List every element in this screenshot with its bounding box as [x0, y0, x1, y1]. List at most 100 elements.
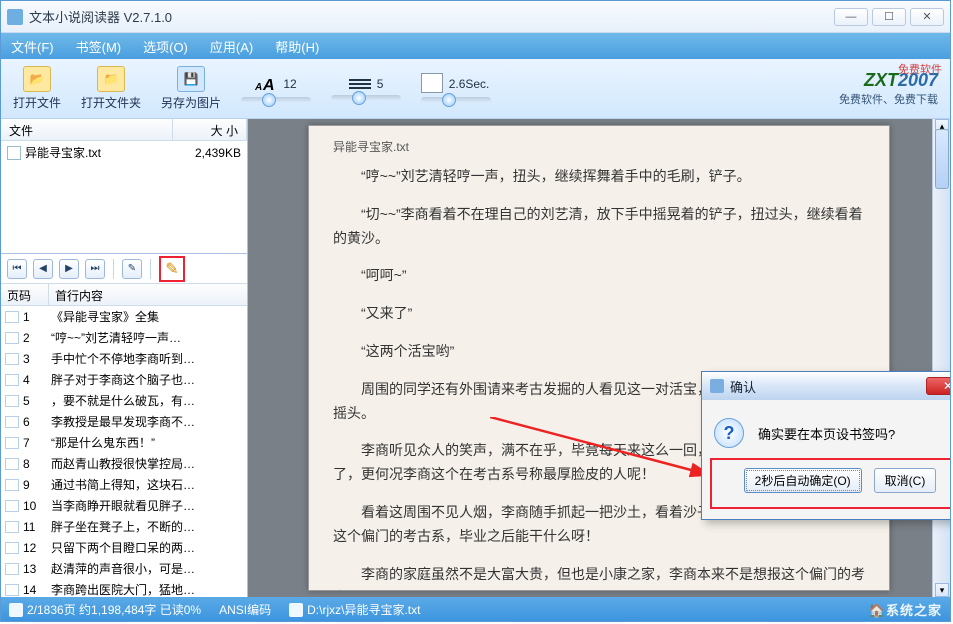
col-filesize[interactable]: 大 小	[173, 119, 247, 140]
menu-help[interactable]: 帮助(H)	[275, 37, 319, 56]
page-row[interactable]: 12只留下两个目瞪口呆的两…	[1, 537, 247, 558]
menu-app[interactable]: 应用(A)	[210, 37, 253, 56]
status-page-icon	[9, 603, 23, 617]
reader-page: 异能寻宝家.txt “哼~~”刘艺清轻哼一声，扭头，继续挥舞着手中的毛刷，铲子。…	[308, 125, 890, 591]
col-filename[interactable]: 文件	[1, 119, 173, 140]
page-firstline: 只留下两个目瞪口呆的两…	[51, 539, 243, 556]
menu-option[interactable]: 选项(O)	[143, 37, 188, 56]
page-row[interactable]: 3手中忙个不停地李商听到…	[1, 348, 247, 369]
edit-button[interactable]: ✎	[122, 259, 142, 279]
open-folder-label: 打开文件夹	[81, 94, 141, 111]
page-firstline: 赵清萍的声音很小，可是…	[51, 560, 243, 577]
pages-list[interactable]: 1《异能寻宝家》全集2“哼~~”刘艺清轻哼一声…3手中忙个不停地李商听到…4胖子…	[1, 306, 247, 597]
site-watermark: 🏠系统之家	[869, 600, 942, 619]
dialog-ok-button[interactable]: 2秒后自动确定(O)	[744, 468, 862, 493]
dialog-titlebar[interactable]: 确认 ✕	[702, 372, 950, 400]
scroll-down-arrow[interactable]: ▾	[935, 583, 949, 597]
svg-text:A: A	[262, 77, 275, 93]
page-icon	[5, 479, 19, 491]
page-row[interactable]: 13赵清萍的声音很小，可是…	[1, 558, 247, 579]
last-page-button[interactable]: ⏭	[85, 259, 105, 279]
scroll-thumb[interactable]	[935, 129, 949, 189]
maximize-button[interactable]: ☐	[872, 8, 906, 26]
open-folder-button[interactable]: 📁 打开文件夹	[81, 66, 141, 111]
page-row[interactable]: 4胖子对于李商这个脑子也…	[1, 369, 247, 390]
minimize-button[interactable]: —	[834, 8, 868, 26]
dialog-close-button[interactable]: ✕	[926, 377, 950, 395]
status-encoding: ANSI编码	[219, 601, 271, 618]
vertical-scrollbar[interactable]: ▴ ▾	[932, 119, 950, 597]
dialog-cancel-button[interactable]: 取消(C)	[874, 468, 937, 493]
page-row[interactable]: 6李教授是最早发现李商不…	[1, 411, 247, 432]
page-row[interactable]: 14李商跨出医院大门，猛地…	[1, 579, 247, 597]
doc-name: 异能寻宝家.txt	[333, 138, 865, 155]
font-size-icon: AA	[255, 75, 277, 93]
save-as-image-button[interactable]: 💾 另存为图片	[161, 66, 221, 111]
page-number: 4	[23, 373, 51, 387]
status-file-icon	[289, 603, 303, 617]
free-software-label: 免费软件	[898, 61, 942, 77]
dialog-buttons: 2秒后自动确定(O) 取消(C)	[710, 458, 950, 509]
dialog-message: 确实要在本页设书签吗?	[758, 424, 895, 443]
save-as-image-label: 另存为图片	[161, 94, 221, 111]
page-number: 13	[23, 562, 51, 576]
page-row[interactable]: 10当李商睁开眼就看见胖子…	[1, 495, 247, 516]
page-icon	[5, 353, 19, 365]
menu-file[interactable]: 文件(F)	[11, 37, 54, 56]
page-row[interactable]: 5，要不就是什么破瓦，有…	[1, 390, 247, 411]
reader-paragraph: “哼~~”刘艺清轻哼一声，扭头，继续挥舞着手中的毛刷，铲子。	[333, 165, 865, 189]
page-icon	[5, 437, 19, 449]
next-page-button[interactable]: ▶	[59, 259, 79, 279]
folder-open-icon: 📁	[97, 66, 125, 92]
line-spacing-value: 5	[377, 77, 384, 91]
page-number: 10	[23, 499, 51, 513]
first-page-button[interactable]: ⏮	[7, 259, 27, 279]
pages-icon	[423, 75, 443, 93]
page-row[interactable]: 9通过书简上得知，这块石…	[1, 474, 247, 495]
close-button[interactable]: ✕	[910, 8, 944, 26]
interval-slider[interactable]	[421, 97, 491, 103]
reader-paragraph: “这两个活宝哟”	[333, 340, 865, 364]
interval-control: 2.6Sec.	[421, 75, 491, 103]
font-size-slider[interactable]	[241, 97, 311, 103]
open-file-label: 打开文件	[13, 94, 61, 111]
line-spacing-slider[interactable]	[331, 95, 401, 101]
left-panel: 文件 大 小 异能寻宝家.txt2,439KB ⏮ ◀ ▶ ⏭ ✎ ✎ 页码 首…	[1, 119, 248, 597]
pages-header: 页码 首行内容	[1, 284, 247, 306]
page-number: 1	[23, 310, 51, 324]
page-firstline: ，要不就是什么破瓦，有…	[51, 392, 243, 409]
page-firstline: “那是什么鬼东西！”	[51, 434, 243, 451]
page-number: 6	[23, 415, 51, 429]
page-firstline: 李商跨出医院大门，猛地…	[51, 581, 243, 597]
page-icon	[5, 521, 19, 533]
folder-icon: 📂	[23, 66, 51, 92]
file-icon	[7, 146, 21, 160]
col-firstline[interactable]: 首行内容	[49, 284, 247, 305]
bookmark-button[interactable]: ✎	[159, 256, 185, 282]
open-file-button[interactable]: 📂 打开文件	[13, 66, 61, 111]
page-icon	[5, 374, 19, 386]
page-row[interactable]: 11胖子坐在凳子上，不断的…	[1, 516, 247, 537]
page-number: 9	[23, 478, 51, 492]
reader-paragraph: “呵呵~”	[333, 264, 865, 288]
page-number: 7	[23, 436, 51, 450]
font-size-control: AA12	[241, 75, 311, 103]
page-firstline: 胖子坐在凳子上，不断的…	[51, 518, 243, 535]
page-row[interactable]: 8而赵青山教授很快掌控局…	[1, 453, 247, 474]
menu-bookmark[interactable]: 书签(M)	[76, 37, 122, 56]
page-icon	[5, 416, 19, 428]
page-row[interactable]: 7“那是什么鬼东西！”	[1, 432, 247, 453]
file-row[interactable]: 异能寻宝家.txt2,439KB	[1, 141, 247, 164]
page-row[interactable]: 1《异能寻宝家》全集	[1, 306, 247, 327]
page-firstline: 而赵青山教授很快掌控局…	[51, 455, 243, 472]
nav-bar: ⏮ ◀ ▶ ⏭ ✎ ✎	[1, 254, 247, 284]
page-icon	[5, 542, 19, 554]
question-icon: ?	[714, 418, 744, 448]
page-firstline: 《异能寻宝家》全集	[51, 308, 243, 325]
col-pagenum[interactable]: 页码	[1, 284, 49, 305]
page-firstline: 通过书简上得知，这块石…	[51, 476, 243, 493]
page-row[interactable]: 2“哼~~”刘艺清轻哼一声…	[1, 327, 247, 348]
prev-page-button[interactable]: ◀	[33, 259, 53, 279]
page-firstline: 当李商睁开眼就看见胖子…	[51, 497, 243, 514]
page-firstline: 手中忙个不停地李商听到…	[51, 350, 243, 367]
